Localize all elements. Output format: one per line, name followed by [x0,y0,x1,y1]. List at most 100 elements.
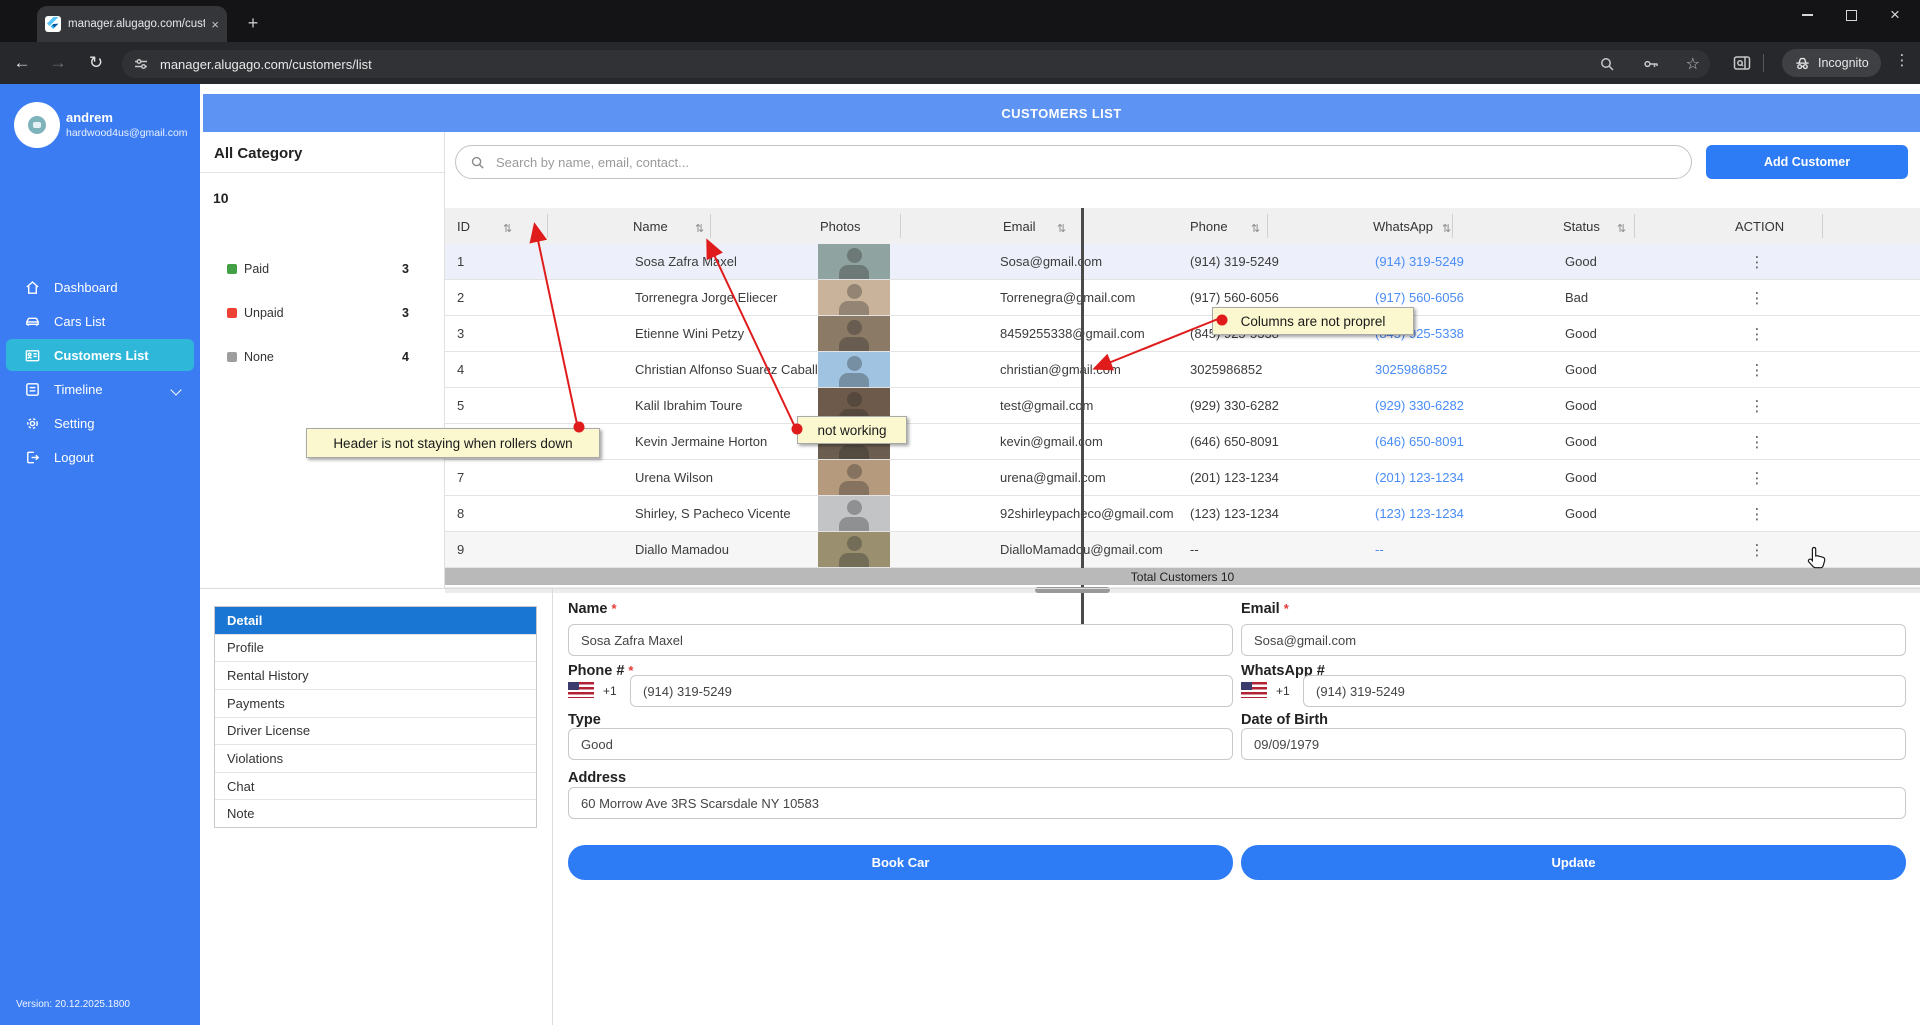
password-key-icon[interactable] [1642,55,1660,73]
tab-violations[interactable]: Violations [215,745,536,773]
bookmark-star-icon[interactable]: ☆ [1686,54,1700,74]
book-car-button[interactable]: Book Car [568,845,1233,880]
table-row[interactable]: 5 Kalil Ibrahim Toure test@gmail.com (92… [445,388,1920,424]
site-info-icon[interactable] [132,55,150,73]
table-row[interactable]: 9 Diallo Mamadou DialloMamadou@gmail.com… [445,532,1920,568]
row-action-menu-icon[interactable]: ⋮ [1745,388,1769,423]
dob-field[interactable] [1241,728,1906,760]
cell-whatsapp-link[interactable]: (201) 123-1234 [1375,460,1464,495]
column-separator[interactable] [710,214,711,238]
col-header-email[interactable]: Email [1003,208,1036,244]
col-header-status[interactable]: Status [1563,208,1600,244]
cell-whatsapp-link[interactable]: (646) 650-8091 [1375,424,1464,459]
whatsapp-field[interactable] [1303,675,1906,707]
sort-icon[interactable]: ⇅ [1055,208,1068,248]
avatar[interactable] [14,102,60,148]
column-separator[interactable] [1822,214,1823,238]
browser-menu-icon[interactable]: ⋮ [1892,51,1912,69]
table-row[interactable]: 7 Urena Wilson urena@gmail.com (201) 123… [445,460,1920,496]
column-separator[interactable] [1634,214,1635,238]
row-action-menu-icon[interactable]: ⋮ [1745,532,1769,567]
category-item-none[interactable]: None 4 [227,348,417,366]
cell-whatsapp-link[interactable]: (929) 330-6282 [1375,388,1464,423]
cell-phone: (929) 330-6282 [1190,398,1279,413]
tab-detail[interactable]: Detail [215,607,536,635]
email-field[interactable] [1241,624,1906,656]
annotation-note: Header is not staying when rollers down [306,428,600,458]
sort-icon[interactable]: ⇅ [501,208,514,248]
address-field[interactable] [568,787,1906,819]
sort-icon[interactable]: ⇅ [1615,208,1628,248]
search-this-page-icon[interactable] [1598,55,1616,73]
tab-rental-history[interactable]: Rental History [215,662,536,690]
address-bar[interactable]: manager.alugago.com/customers/list ☆ [122,50,1710,78]
tab-chat[interactable]: Chat [215,773,536,801]
close-window-icon[interactable]: × [1888,5,1902,24]
sidebar-item-customers-list[interactable]: Customers List [6,339,194,371]
row-action-menu-icon[interactable]: ⋮ [1745,280,1769,315]
side-panel-icon[interactable] [1732,53,1752,73]
tab-payments[interactable]: Payments [215,690,536,718]
user-name: andrem [66,110,113,125]
sidebar-item-dashboard[interactable]: Dashboard [6,271,194,303]
browser-tab[interactable]: manager.alugago.com/custome × [37,6,227,42]
column-separator[interactable] [1452,214,1453,238]
tab-title: manager.alugago.com/custome [68,18,206,30]
back-icon[interactable]: ← [8,49,36,77]
forward-icon[interactable]: → [44,49,72,77]
table-row[interactable]: 4 Christian Alfonso Suarez Caballero chr… [445,352,1920,388]
name-field[interactable] [568,624,1233,656]
table-row[interactable]: 6 Kevin Jermaine Horton kevin@gmail.com … [445,424,1920,460]
tab-close-icon[interactable]: × [211,17,219,32]
sidebar-item-timeline[interactable]: Timeline [6,373,194,405]
tab-note[interactable]: Note [215,800,536,827]
column-separator[interactable] [1267,214,1268,238]
reload-icon[interactable]: ↻ [82,49,110,77]
maximize-icon[interactable] [1844,8,1858,22]
sidebar-item-logout[interactable]: Logout [6,441,194,473]
sidebar-item-cars-list[interactable]: Cars List [6,305,194,337]
us-flag-icon[interactable] [1241,682,1267,698]
cell-whatsapp-link[interactable]: 3025986852 [1375,352,1447,387]
logout-icon [27,451,40,463]
us-flag-icon[interactable] [568,682,594,698]
search-input[interactable] [494,153,1677,171]
customer-photo [818,244,890,279]
table-row[interactable]: 1 Sosa Zafra Maxel Sosa@gmail.com (914) … [445,244,1920,280]
row-action-menu-icon[interactable]: ⋮ [1745,460,1769,495]
col-header-name[interactable]: Name [633,208,668,244]
minimize-icon[interactable] [1800,8,1814,22]
add-customer-button[interactable]: Add Customer [1706,145,1908,179]
cell-id: 4 [457,362,465,377]
category-item-paid[interactable]: Paid 3 [227,260,417,278]
tab-driver-license[interactable]: Driver License [215,718,536,746]
cell-whatsapp-link[interactable]: -- [1375,532,1384,567]
col-header-id[interactable]: ID [457,208,470,244]
row-action-menu-icon[interactable]: ⋮ [1745,244,1769,279]
category-item-unpaid[interactable]: Unpaid 3 [227,304,417,322]
column-separator[interactable] [900,214,901,238]
cell-whatsapp-link[interactable]: (123) 123-1234 [1375,496,1464,531]
row-action-menu-icon[interactable]: ⋮ [1745,496,1769,531]
table-row[interactable]: 8 Shirley, S Pacheco Vicente 92shirleypa… [445,496,1920,532]
type-field[interactable] [568,728,1233,760]
row-action-menu-icon[interactable]: ⋮ [1745,316,1769,351]
url-text[interactable]: manager.alugago.com/customers/list [160,57,1598,72]
sort-icon[interactable]: ⇅ [1249,208,1262,248]
tab-profile[interactable]: Profile [215,635,536,663]
phone-field[interactable] [630,675,1233,707]
update-button[interactable]: Update [1241,845,1906,880]
sidebar-item-setting[interactable]: Setting [6,407,194,439]
new-tab-button[interactable]: + [240,10,266,36]
column-separator[interactable] [547,214,548,238]
sort-icon[interactable]: ⇅ [693,208,706,248]
table-row[interactable]: 2 Torrenegra Jorge Eliecer Torrenegra@gm… [445,280,1920,316]
col-header-phone[interactable]: Phone [1190,208,1228,244]
unpaid-color-swatch [227,308,237,318]
dragged-column-divider[interactable] [1081,208,1084,652]
row-action-menu-icon[interactable]: ⋮ [1745,424,1769,459]
cell-whatsapp-link[interactable]: (914) 319-5249 [1375,244,1464,279]
col-header-whatsapp[interactable]: WhatsApp [1373,208,1433,244]
row-action-menu-icon[interactable]: ⋮ [1745,352,1769,387]
table-row[interactable]: 3 Etienne Wini Petzy 8459255338@gmail.co… [445,316,1920,352]
